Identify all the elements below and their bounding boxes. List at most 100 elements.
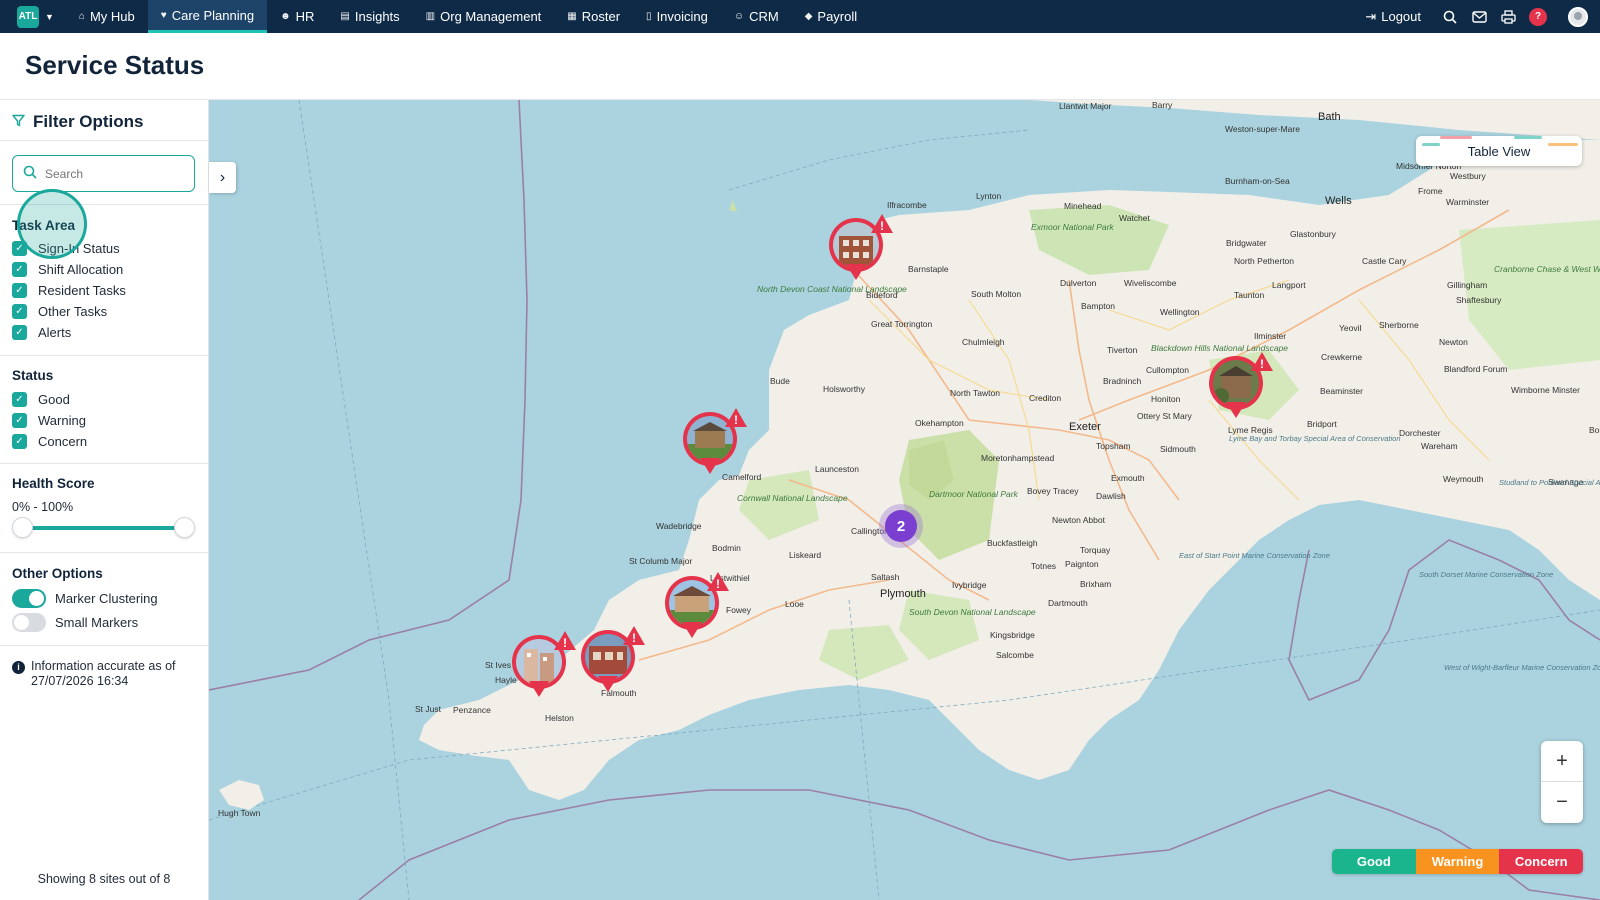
zoom-out-button[interactable]: − [1541,782,1583,823]
nav-item-care-planning[interactable]: ♥ Care Planning [147,0,268,33]
slider-min-handle[interactable] [12,517,33,538]
place-label: Saltash [871,572,900,582]
checkbox-other-tasks[interactable]: ✓ Other Tasks [12,304,107,319]
toggle-switch[interactable] [12,613,46,632]
decor-bar [1548,143,1578,146]
toggle-switch[interactable] [12,589,46,608]
place-label: Fowey [726,605,752,615]
place-label: Bradninch [1103,376,1142,386]
nav-item-invoicing[interactable]: ▯ Invoicing [633,0,721,33]
checkbox-label: Other Tasks [38,304,108,319]
site-marker[interactable]: ! [683,408,747,476]
tag-icon: ◆ [804,11,813,22]
chevron-down-icon[interactable]: ▼ [45,12,54,22]
map-view[interactable]: Llantwit Major Barry Weston-super-Mare B… [209,100,1600,900]
checkbox-warning[interactable]: ✓ Warning [12,413,86,428]
checkbox-concern[interactable]: ✓ Concern [12,434,87,449]
toggle-small-markers[interactable]: Small Markers [12,613,138,632]
check-icon[interactable]: ✓ [12,413,27,428]
heart-icon: ♥ [160,9,167,21]
checkbox-label: Alerts [38,325,72,340]
slider-max-handle[interactable] [174,517,195,538]
nav-item-org-management[interactable]: ▥ Org Management [413,0,555,33]
logout-button[interactable]: ⇥ Logout [1365,9,1421,25]
decor-bar [1422,143,1440,146]
search-field[interactable] [12,155,195,192]
nav-menu: ⌂ My Hub ♥ Care Planning ☻ HR ▤ Insights ▥ Or… [66,0,870,33]
place-label: Barry [1152,100,1173,110]
place-label: Tiverton [1107,345,1138,355]
check-icon[interactable]: ✓ [12,304,27,319]
place-label: Glastonbury [1290,229,1336,239]
health-score-slider[interactable] [12,517,196,539]
place-label: Helston [545,713,574,723]
place-label: St Ives [485,660,511,670]
nav-item-label: Roster [581,9,621,24]
marker-cluster[interactable]: 2 [879,504,923,548]
mail-icon[interactable] [1471,9,1487,25]
place-label: Dawlish [1096,491,1126,501]
park-label: North Devon Coast National Landscape [757,284,907,294]
place-label: Minehead [1064,201,1102,211]
place-label: Bridport [1307,419,1337,429]
app-logo[interactable]: ATL [17,5,39,28]
legend-warning: Warning [1415,849,1500,874]
place-label: Moretonhampstead [981,453,1055,463]
check-icon[interactable]: ✓ [12,283,27,298]
park-label: South Devon National Landscape [909,607,1036,617]
checkbox-sign-in-status[interactable]: ✓ Sign-In Status [12,241,120,256]
park-label: Blackdown Hills National Landscape [1151,343,1288,353]
status-legend: Good Warning Concern [1332,849,1583,874]
check-icon[interactable]: ✓ [12,325,27,340]
checkbox-resident-tasks[interactable]: ✓ Resident Tasks [12,283,126,298]
site-marker[interactable]: ! [829,214,893,282]
site-marker[interactable]: ! [581,626,645,694]
checkbox-alerts[interactable]: ✓ Alerts [12,325,71,340]
place-label: Newton [1439,337,1468,347]
nav-item-label: My Hub [89,9,135,24]
nav-item-label: CRM [749,9,779,24]
nav-item-payroll[interactable]: ◆ Payroll [792,0,870,33]
filter-options-title: Filter Options [33,112,144,131]
place-label: North Tawton [950,388,1000,398]
place-label: Paignton [1065,559,1099,569]
site-marker[interactable]: ! [1209,352,1273,420]
building-icon: ▥ [425,11,436,22]
nav-item-label: HR [295,9,315,24]
check-icon[interactable]: ✓ [12,434,27,449]
search-input[interactable] [45,166,175,181]
check-icon[interactable]: ✓ [12,392,27,407]
filter-options-header: Filter Options [12,112,144,132]
place-label: Torquay [1080,545,1111,555]
zoom-in-button[interactable]: + [1541,741,1583,782]
place-label: Blandford Forum [1444,364,1508,374]
site-marker[interactable]: ! [665,572,729,640]
avatar[interactable] [1568,6,1588,27]
print-icon[interactable] [1500,9,1516,25]
check-icon[interactable]: ✓ [12,241,27,256]
toggle-marker-clustering[interactable]: Marker Clustering [12,589,158,608]
checkbox-good[interactable]: ✓ Good [12,392,70,407]
nav-item-my-hub[interactable]: ⌂ My Hub [66,0,148,33]
help-button[interactable]: ? [1529,7,1547,26]
site-marker[interactable]: ! [512,631,576,699]
nav-item-insights[interactable]: ▤ Insights [327,0,412,33]
place-label: Dartmouth [1048,598,1088,608]
nav-item-crm[interactable]: ☺ CRM [721,0,792,33]
search-icon[interactable] [1442,9,1458,25]
nav-item-roster[interactable]: ▦ Roster [554,0,633,33]
checkbox-label: Sign-In Status [38,241,120,256]
check-icon[interactable]: ✓ [12,262,27,277]
place-label: North Petherton [1234,256,1295,266]
top-navigation-bar: ATL ▼ ⌂ My Hub ♥ Care Planning ☻ HR ▤ Insigh… [0,0,1600,33]
collapse-sidebar-button[interactable]: › [209,162,236,193]
status-title: Status [12,368,54,383]
place-label: Bampton [1081,301,1116,311]
nav-item-hr[interactable]: ☻ HR [267,0,327,33]
chevron-right-icon: › [219,168,226,186]
checkbox-shift-allocation[interactable]: ✓ Shift Allocation [12,262,123,277]
place-label: Crewkerne [1321,352,1363,362]
place-label: Ivybridge [952,580,987,590]
zoom-control: + − [1541,741,1583,823]
table-view-button[interactable]: Table View [1416,136,1582,166]
